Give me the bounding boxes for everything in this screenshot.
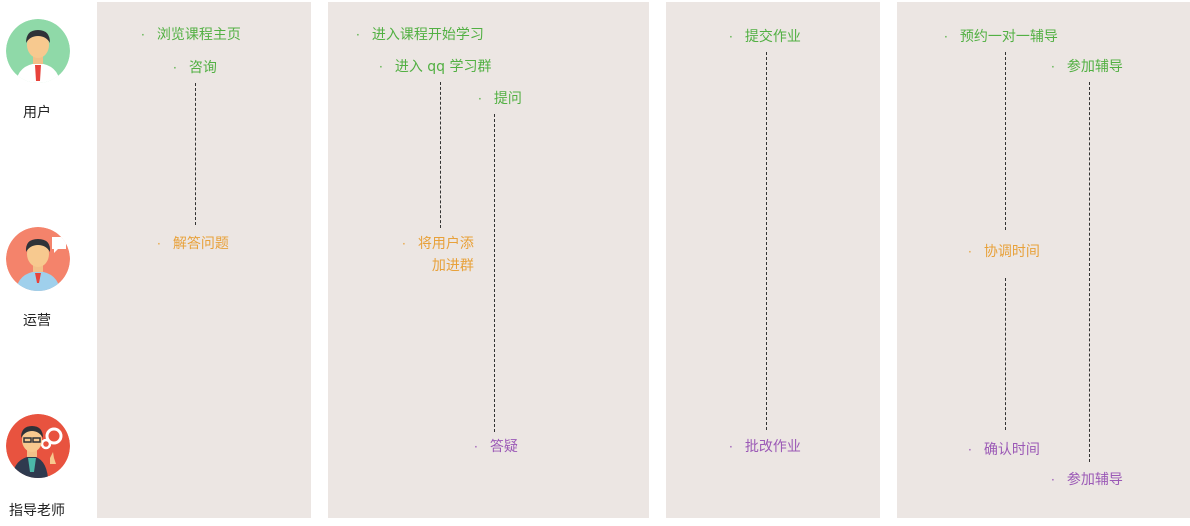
step-label: 进入课程开始学习 (371, 27, 484, 43)
step-label: 协调时间 (983, 244, 1040, 260)
bullet-dot: · (729, 440, 733, 454)
step-label: 参加辅导 (1066, 59, 1123, 75)
bullet-dot: · (968, 443, 972, 457)
step-book-tutoring: · 预约一对一辅导 (944, 27, 1058, 47)
role-label-user: 用户 (23, 105, 51, 121)
step-label: 解答问题 (172, 236, 229, 252)
step-join-qq-group: · 进入 qq 学习群 (379, 57, 492, 77)
step-label-line2: 加进群 (431, 258, 474, 274)
stage-panel-1 (97, 2, 311, 518)
step-label: 咨询 (188, 60, 217, 76)
teacher-avatar (6, 414, 70, 478)
bullet-dot: · (141, 28, 145, 42)
step-add-user-to-group: · 将用户添加进群 (402, 234, 474, 277)
bullet-dot: · (173, 61, 177, 75)
step-join-tutoring-teacher: · 参加辅导 (1051, 470, 1123, 490)
bullet-dot: · (379, 60, 383, 74)
step-label: 提交作业 (744, 29, 801, 45)
step-enter-course: · 进入课程开始学习 (356, 25, 484, 45)
bullet-dot: · (1051, 60, 1055, 74)
role-label-ops: 运营 (23, 313, 51, 329)
bullet-dot: · (729, 30, 733, 44)
step-confirm-time: · 确认时间 (968, 440, 1040, 460)
connector-line (1005, 52, 1006, 230)
user-avatar (6, 19, 70, 83)
bullet-dot: · (968, 245, 972, 259)
step-label: 批改作业 (744, 439, 801, 455)
step-submit-homework: · 提交作业 (729, 27, 801, 47)
bullet-dot: · (402, 237, 406, 251)
connector-line (440, 82, 441, 228)
connector-line (1089, 82, 1090, 462)
step-answer-question: · 解答问题 (157, 234, 229, 254)
step-join-tutoring-user: · 参加辅导 (1051, 57, 1123, 77)
bullet-dot: · (356, 28, 360, 42)
step-browse-course: · 浏览课程主页 (141, 25, 241, 45)
bullet-dot: · (478, 92, 482, 106)
step-label: 答疑 (489, 439, 518, 455)
bullet-dot: · (474, 440, 478, 454)
step-resolve-question: · 答疑 (474, 437, 518, 457)
step-grade-homework: · 批改作业 (729, 437, 801, 457)
bullet-dot: · (157, 237, 161, 251)
step-label: 参加辅导 (1066, 472, 1123, 488)
stage-panel-4 (897, 2, 1190, 518)
ops-avatar (6, 227, 70, 291)
step-coordinate-time: · 协调时间 (968, 242, 1040, 262)
step-label: 提问 (493, 91, 522, 107)
bullet-dot: · (1051, 473, 1055, 487)
connector-line (195, 83, 196, 225)
connector-line (766, 52, 767, 430)
step-label: 浏览课程主页 (156, 27, 241, 43)
step-label-line1: 将用户添 (417, 236, 474, 252)
step-label: 确认时间 (983, 442, 1040, 458)
role-label-teacher: 指导老师 (9, 503, 65, 519)
connector-line (1005, 278, 1006, 430)
step-ask: · 提问 (478, 89, 522, 109)
step-consult: · 咨询 (173, 58, 217, 78)
connector-line (494, 114, 495, 432)
step-label: 进入 qq 学习群 (394, 59, 492, 75)
step-label: 预约一对一辅导 (959, 29, 1058, 45)
bullet-dot: · (944, 30, 948, 44)
